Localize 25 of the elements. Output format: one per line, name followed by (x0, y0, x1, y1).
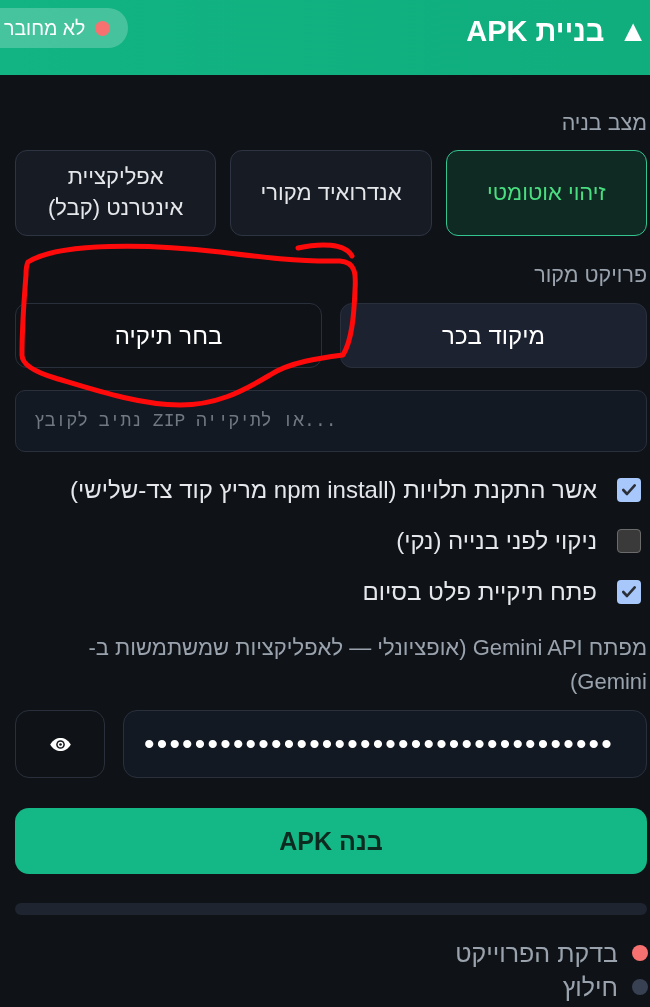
show-password-button[interactable] (15, 710, 105, 778)
checkmark-icon (622, 586, 636, 598)
checkbox[interactable] (617, 478, 641, 502)
status-label: לא מחובר (4, 16, 86, 40)
step-label: בדקת הפרוייקט (455, 938, 618, 968)
build-mode-button[interactable]: אנדרואיד מקורי (230, 150, 432, 236)
build-mode-button[interactable]: זיהוי אוטומטי (445, 150, 647, 236)
api-key-label: מפתח Gemini API (אופציונלי — לאפליקציות שמשתמשות ב-Gemini) (87, 634, 647, 696)
checkbox[interactable] (617, 580, 641, 604)
panel-title: בניית APK (466, 14, 605, 48)
path-input-field[interactable]: נתיב לקובץ ZIP או לתיקייה... (15, 390, 647, 452)
api-key-field[interactable]: ••••••••••••••••••••••••••••••••••••• (123, 710, 647, 778)
source-option-button[interactable]: בחר תיקיה (15, 303, 322, 368)
checkmark-icon (622, 484, 636, 496)
build-mode-button[interactable]: אפליקציית אינטרנט (קבל) (15, 150, 217, 236)
checkbox[interactable] (617, 529, 641, 553)
build-apk-button[interactable]: בנה APK (15, 808, 647, 874)
checkbox-label: אשר התקנת תלויות (npm install מריץ קוד צד-שלישי) (69, 476, 597, 504)
section-label: מצב בניה (560, 110, 647, 136)
section-label: פרויקט מקור (533, 262, 647, 288)
eye-icon (48, 736, 72, 752)
checkbox-label: ניקוי לפני בנייה (נקי) (396, 527, 597, 555)
checkbox-label: פתח תיקיית פלט בסיום (362, 578, 597, 606)
step-label: חילוץ (562, 972, 618, 1002)
source-option-button[interactable]: מיקוד בכר (340, 303, 647, 368)
